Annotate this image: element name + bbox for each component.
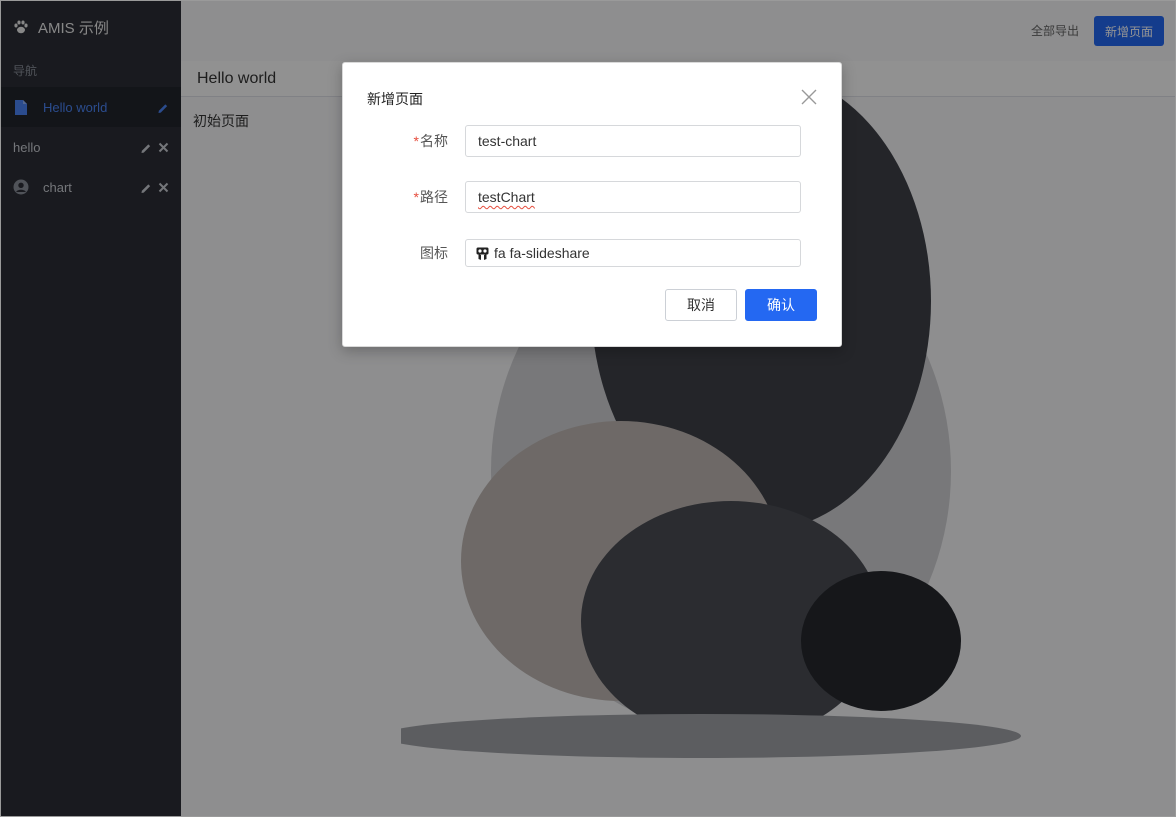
path-label: *路径 bbox=[413, 189, 448, 205]
icon-field-row: 图标 fa fa-slideshare bbox=[343, 237, 841, 269]
icon-label: 图标 bbox=[420, 245, 448, 261]
name-input[interactable]: test-chart bbox=[465, 125, 801, 157]
slideshare-icon bbox=[476, 247, 489, 260]
path-field-row: *路径 testChart bbox=[343, 181, 841, 213]
new-page-dialog: 新增页面 *名称 test-chart *路径 testChart 图标 fa … bbox=[342, 62, 842, 347]
icon-input[interactable]: fa fa-slideshare bbox=[465, 239, 801, 267]
path-value: testChart bbox=[478, 189, 535, 205]
cancel-button[interactable]: 取消 bbox=[665, 289, 737, 321]
dialog-title: 新增页面 bbox=[367, 91, 423, 107]
confirm-button[interactable]: 确认 bbox=[745, 289, 817, 321]
path-input[interactable]: testChart bbox=[465, 181, 801, 213]
name-label: *名称 bbox=[413, 133, 448, 149]
name-field-row: *名称 test-chart bbox=[343, 125, 841, 157]
icon-value: fa fa-slideshare bbox=[494, 245, 590, 261]
app-window: AMIS 示例 导航 Hello world hello chart 全部导出 … bbox=[0, 0, 1176, 817]
close-icon[interactable] bbox=[801, 89, 817, 105]
required-mark: * bbox=[413, 189, 419, 205]
required-mark: * bbox=[413, 133, 419, 149]
